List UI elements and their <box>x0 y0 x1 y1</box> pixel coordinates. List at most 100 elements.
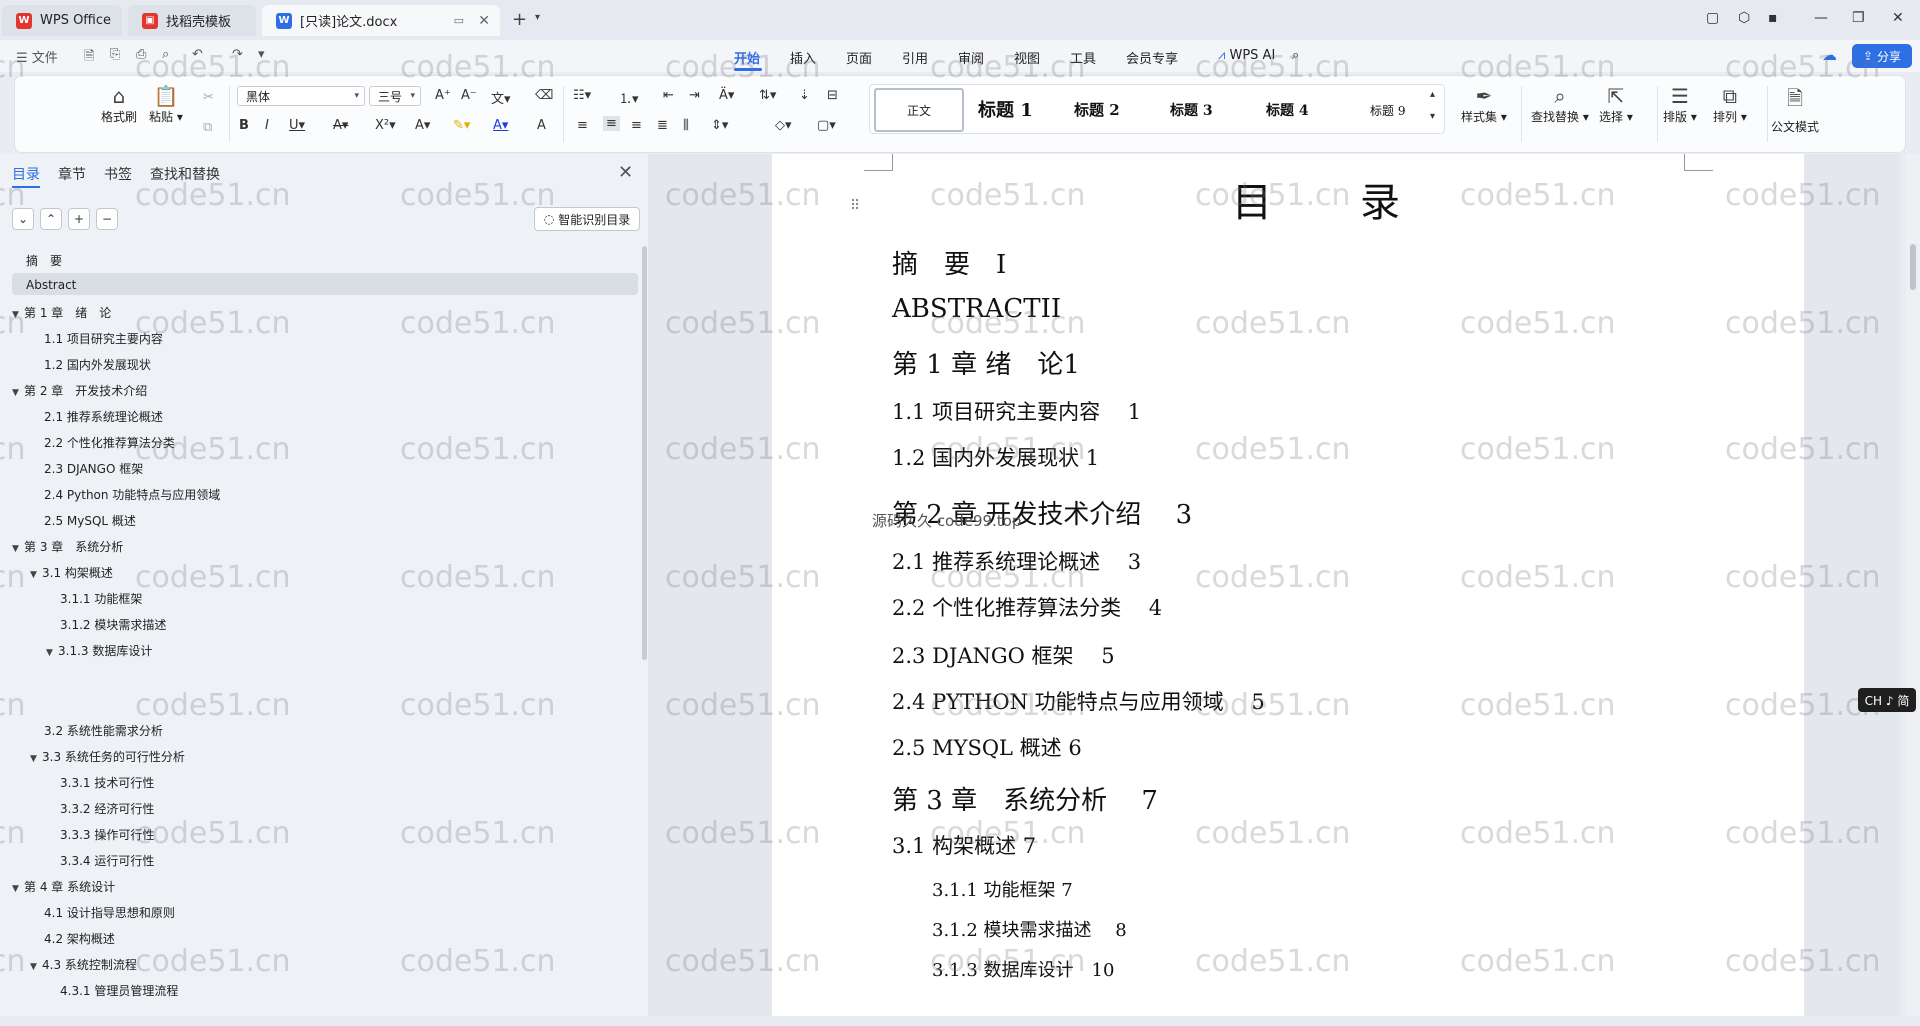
toc-tree-item[interactable]: 3.1.2 模块需求描述 <box>60 616 166 633</box>
tab-document[interactable]: W [只读]论文.docx ▭ ✕ <box>262 5 500 36</box>
decrease-indent-icon[interactable]: ⇤ <box>663 88 674 103</box>
toc-entry[interactable]: 3.1.2 模块需求描述 8 <box>932 916 1127 942</box>
avatar[interactable]: ▪ <box>1768 10 1778 26</box>
toc-tree-item[interactable]: 3.3.3 操作可行性 <box>60 826 154 843</box>
document-page[interactable]: ⠿ 目 录 摘 要 I ABSTRACTII 第 1 章 绪 论1 1.1 项目研究主… <box>772 154 1804 1016</box>
superscript-icon[interactable]: X²▾ <box>375 118 396 133</box>
toc-entry[interactable]: 1.1 项目研究主要内容 1 <box>892 396 1141 426</box>
more-icon[interactable]: ▾ <box>258 47 265 62</box>
menu-references[interactable]: 引用 <box>902 48 928 67</box>
toc-tree-item[interactable]: ▼ 第 3 章 系统分析 <box>12 538 123 555</box>
increase-font-icon[interactable]: A⁺ <box>435 88 451 103</box>
toc-tree-item[interactable]: 摘 要 <box>26 252 62 269</box>
show-marks-icon[interactable]: ⊟ <box>827 88 838 103</box>
font-color-icon[interactable]: A▾ <box>493 118 508 133</box>
tab-wps-office[interactable]: W WPS Office <box>2 5 122 36</box>
expand-toggle-icon[interactable]: ▼ <box>12 884 24 894</box>
sort-az-icon[interactable]: ⇣ <box>799 88 810 103</box>
format-painter-button[interactable]: ⌂ 格式刷 <box>101 84 137 125</box>
smart-toc-button[interactable]: ◌ 智能识别目录 <box>534 207 640 231</box>
panel-tab-toc[interactable]: 目录 <box>12 164 40 184</box>
menu-review[interactable]: 审阅 <box>958 48 984 67</box>
toc-entry[interactable]: ABSTRACTII <box>892 294 1061 324</box>
font-name-select[interactable]: 黑体 ▾ <box>237 86 365 106</box>
close-tab-icon[interactable]: ✕ <box>478 13 490 29</box>
expand-toggle-icon[interactable]: ▼ <box>12 388 24 398</box>
toc-tree-item[interactable]: ▼ 3.3 系统任务的可行性分析 <box>30 748 185 765</box>
text-direction-icon[interactable]: Ä▾ <box>719 88 734 103</box>
style-heading-9[interactable]: 标题 9 <box>1370 102 1405 119</box>
align-left-icon[interactable]: ≡ <box>577 118 588 133</box>
shading-icon[interactable]: ◇▾ <box>775 118 792 133</box>
toc-tree-item[interactable]: 2.1 推荐系统理论概述 <box>44 408 163 425</box>
style-heading-1[interactable]: 标题 1 <box>978 96 1033 122</box>
toc-entry[interactable]: 第 1 章 绪 论1 <box>892 344 1080 381</box>
toc-tree-item[interactable]: 3.3.4 运行可行性 <box>60 852 154 869</box>
toc-tree-item[interactable]: ▼ 第 2 章 开发技术介绍 <box>12 382 147 399</box>
select-button[interactable]: ⇱ 选择 ▾ <box>1599 84 1633 125</box>
toc-entry[interactable]: 2.1 推荐系统理论概述 3 <box>892 546 1141 576</box>
close-window-icon[interactable]: ✕ <box>1892 10 1904 26</box>
chevron-up-icon[interactable]: ▴ <box>1430 89 1435 100</box>
toc-tree-item[interactable]: 3.1.1 功能框架 <box>60 590 142 607</box>
toc-tree-item[interactable]: 1.1 项目研究主要内容 <box>44 330 163 347</box>
menu-member[interactable]: 会员专享 <box>1126 48 1178 67</box>
toc-tree-item[interactable]: 4.2 架构概述 <box>44 930 115 947</box>
print-icon[interactable]: ⎙ <box>136 47 146 62</box>
cut-icon[interactable]: ✂ <box>203 90 214 105</box>
panel-tab-bookmarks[interactable]: 书签 <box>104 164 132 184</box>
panel-scrollbar[interactable] <box>642 246 647 660</box>
toc-tree-item[interactable]: 2.3 DJANGO 框架 <box>44 460 143 477</box>
sort-icon[interactable]: ⇅▾ <box>759 88 776 103</box>
chevron-down-icon[interactable]: ▾ <box>535 12 540 23</box>
find-replace-button[interactable]: ⌕ 查找替换 ▾ <box>1531 84 1589 125</box>
redo-icon[interactable]: ↷ <box>232 47 243 62</box>
toc-tree-item[interactable]: ▼ 3.1 构架概述 <box>30 564 113 581</box>
bold-icon[interactable]: B <box>239 118 249 133</box>
paste-button[interactable]: 📋 粘贴 ▾ <box>149 84 183 125</box>
menu-wps-ai[interactable]: ⩘ WPS AI <box>1218 48 1275 63</box>
toc-entry[interactable]: 1.2 国内外发展现状 1 <box>892 442 1099 472</box>
increase-indent-icon[interactable]: ⇥ <box>689 88 700 103</box>
text-effect-icon[interactable]: A▾ <box>415 118 430 133</box>
char-shading-icon[interactable]: A <box>537 118 546 133</box>
toc-tree-item[interactable]: 2.5 MySQL 概述 <box>44 512 136 529</box>
remove-heading-icon[interactable]: − <box>96 208 118 230</box>
new-tab-button[interactable]: + <box>512 9 527 30</box>
numbered-list-icon[interactable]: ⒈▾ <box>619 88 639 107</box>
toc-entry[interactable]: 2.5 MYSQL 概述 6 <box>892 732 1082 762</box>
expand-toggle-icon[interactable]: ▼ <box>46 648 58 658</box>
official-doc-mode-button[interactable]: 🗎 公文模式 <box>1771 84 1819 135</box>
cube-icon[interactable]: ⬡ <box>1738 10 1750 26</box>
layout-icon[interactable]: ▢ <box>1706 10 1719 26</box>
menu-insert[interactable]: 插入 <box>790 48 816 67</box>
toc-tree-item[interactable]: Abstract <box>26 278 76 292</box>
toc-entry[interactable]: 第 3 章 系统分析 7 <box>892 780 1158 817</box>
phonetic-icon[interactable]: 文▾ <box>491 88 511 107</box>
add-heading-icon[interactable]: + <box>68 208 90 230</box>
decrease-font-icon[interactable]: A⁻ <box>461 88 477 103</box>
toc-tree-item[interactable]: ▼ 第 4 章 系统设计 <box>12 878 115 895</box>
toc-tree-item[interactable]: 1.2 国内外发展现状 <box>44 356 151 373</box>
panel-tab-find[interactable]: 查找和替换 <box>150 164 220 184</box>
undo-icon[interactable]: ↶ <box>192 47 203 62</box>
toc-entry[interactable]: 2.4 PYTHON 功能特点与应用领域 5 <box>892 686 1265 716</box>
toc-tree-item[interactable]: 3.3.2 经济可行性 <box>60 800 154 817</box>
toc-entry[interactable]: 摘 要 I <box>892 244 1006 281</box>
search-icon[interactable]: ⌕ <box>1292 48 1299 63</box>
chevron-down-icon[interactable]: ▾ <box>1430 111 1435 122</box>
save-icon[interactable]: 🗎 <box>84 47 94 69</box>
minimize-icon[interactable]: — <box>1814 10 1828 26</box>
toc-entry[interactable]: 2.3 DJANGO 框架 5 <box>892 640 1115 670</box>
collapse-icon[interactable]: ⌄ <box>12 208 34 230</box>
maximize-icon[interactable]: ❐ <box>1852 10 1865 26</box>
toc-tree-item[interactable]: 3.2 系统性能需求分析 <box>44 722 163 739</box>
strikethrough-icon[interactable]: A▾ <box>333 118 348 133</box>
restore-tab-icon[interactable]: ▭ <box>454 14 464 27</box>
style-normal[interactable]: 正文 <box>874 88 964 132</box>
toc-tree-item[interactable]: ▼ 第 1 章 绪 论 <box>12 304 111 321</box>
vertical-scrollbar[interactable] <box>1906 154 1920 1016</box>
clear-format-icon[interactable]: ⌫ <box>535 88 553 103</box>
font-size-select[interactable]: 三号 ▾ <box>369 86 421 106</box>
distributed-icon[interactable]: ⫼ <box>683 118 689 133</box>
